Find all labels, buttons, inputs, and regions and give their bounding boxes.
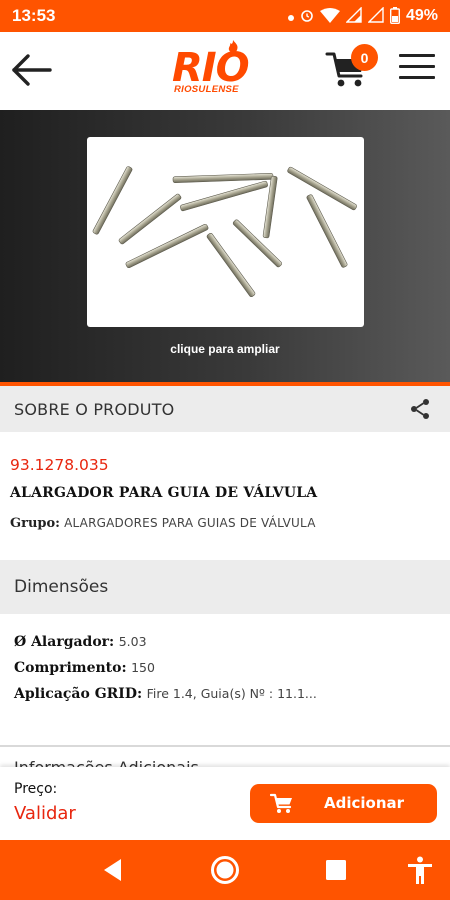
signal-icon: [367, 6, 384, 25]
dimensions-list: Ø Alargador: 5.03 Comprimento: 150 Aplic…: [0, 614, 450, 746]
dimensions-title: Dimensões: [14, 577, 109, 597]
nav-recents-button[interactable]: [320, 854, 352, 886]
brand-logo[interactable]: RIO RIOSULENSE: [168, 40, 284, 100]
recents-square-icon: [326, 860, 346, 880]
battery-icon: [389, 6, 400, 26]
notification-dot-icon: [287, 10, 294, 23]
product-info: 93.1278.035 ALARGADOR PARA GUIA DE VÁLVU…: [0, 432, 450, 560]
price-validate-link[interactable]: Validar: [14, 803, 76, 824]
cart-icon: [270, 793, 292, 813]
accessibility-icon: [408, 856, 432, 884]
divider: [0, 745, 450, 747]
alarm-icon: [300, 8, 314, 24]
dimension-label: Aplicação GRID:: [14, 686, 143, 702]
status-time: 13:53: [12, 6, 56, 25]
share-icon: [411, 399, 429, 419]
logo-subtext: RIOSULENSE: [174, 84, 239, 95]
signal-4g-icon: [345, 6, 362, 25]
status-bar: 13:53 49%: [0, 0, 450, 32]
back-button[interactable]: [10, 52, 52, 88]
system-nav-bar: [0, 840, 450, 900]
dimension-value: 5.03: [118, 634, 147, 649]
dimension-value: 150: [131, 660, 155, 675]
add-button-label: Adicionar: [324, 794, 405, 812]
group-value: ALARGADORES PARA GUIAS DE VÁLVULA: [64, 516, 316, 530]
arrow-left-icon: [12, 54, 52, 86]
reamers-illustration: [92, 166, 357, 298]
purchase-bar: Preço: Validar Adicionar: [0, 767, 450, 840]
cart-count-badge: 0: [351, 44, 378, 71]
dimension-row: Comprimento: 150: [14, 660, 155, 676]
dimension-row: Ø Alargador: 5.03: [14, 634, 147, 650]
dimension-value: Fire 1.4, Guia(s) Nº : 11.1...: [146, 686, 317, 701]
share-button[interactable]: [408, 397, 432, 421]
battery-percent: 49%: [405, 7, 438, 24]
product-gallery: clique para ampliar: [0, 110, 450, 382]
nav-accessibility-button[interactable]: [404, 854, 436, 886]
product-code: 93.1278.035: [10, 456, 109, 474]
nav-back-button[interactable]: [98, 854, 130, 886]
menu-button[interactable]: [399, 54, 435, 86]
dimension-row: Aplicação GRID: Fire 1.4, Guia(s) Nº : 1…: [14, 686, 317, 702]
about-section-header: SOBRE O PRODUTO: [0, 386, 450, 432]
group-label: Grupo:: [10, 516, 60, 531]
about-title: SOBRE O PRODUTO: [14, 399, 175, 419]
dimensions-header[interactable]: Dimensões: [0, 560, 450, 614]
back-triangle-icon: [104, 859, 121, 881]
app-header: RIO RIOSULENSE 0: [0, 32, 450, 110]
zoom-hint[interactable]: clique para ampliar: [0, 342, 450, 356]
dimension-label: Ø Alargador:: [14, 634, 115, 650]
status-icons: 49%: [287, 6, 438, 26]
product-group: Grupo: ALARGADORES PARA GUIAS DE VÁLVULA: [10, 516, 316, 531]
nav-home-button[interactable]: [209, 854, 241, 886]
product-name: ALARGADOR PARA GUIA DE VÁLVULA: [10, 485, 318, 501]
dimension-label: Comprimento:: [14, 660, 127, 676]
hamburger-menu-icon: [399, 54, 435, 79]
add-to-cart-button[interactable]: Adicionar: [250, 784, 437, 823]
wifi-icon: [319, 7, 340, 25]
price-label: Preço:: [14, 781, 58, 797]
home-circle-icon: [211, 856, 239, 884]
app-screen: 13:53 49% RIO RIOSULENSE 0 clique para a…: [0, 0, 450, 900]
product-photo[interactable]: [87, 137, 364, 327]
